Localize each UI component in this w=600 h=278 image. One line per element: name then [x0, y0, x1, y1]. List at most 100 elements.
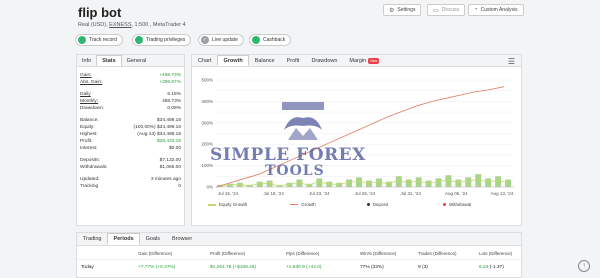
custom-analysis-button[interactable]: ◔ Custom Analysis	[468, 4, 524, 16]
col-gain: Gain (Difference)	[138, 251, 173, 256]
check-icon: ✓	[78, 36, 86, 44]
tab-goals[interactable]: Goals	[140, 233, 166, 245]
x-tick-label: Jul 31, '24	[400, 191, 421, 196]
equity-bar	[405, 179, 412, 187]
x-tick-label: Jul 23, '24	[309, 191, 330, 196]
status-cashback: ✓ Cashback	[249, 34, 292, 46]
chat-icon: ▭	[433, 7, 439, 14]
legend-swatch	[366, 203, 370, 206]
stat-monthly: Monthly: 468.73%	[80, 99, 181, 104]
tab-trading[interactable]: Trading	[77, 233, 107, 245]
tab-profit[interactable]: Profit	[281, 55, 306, 66]
cell-pips: +1,630.9 (+44.0)	[286, 265, 322, 270]
legend-swatch	[290, 204, 299, 205]
chart-settings-icon[interactable]: ☰	[508, 57, 515, 66]
new-badge: New	[368, 57, 380, 64]
stat-daily: Daily 6.18%	[80, 92, 181, 97]
stats-tabs: Info Stats General	[77, 55, 184, 67]
broker-link[interactable]: EXNESS	[109, 22, 131, 28]
scroll-top-icon[interactable]: ↑	[578, 260, 590, 272]
y-tick-label: 300%	[201, 120, 213, 125]
settings-button[interactable]: ⚙ Settings	[383, 4, 422, 16]
equity-bar	[455, 179, 462, 187]
row-label: Today	[81, 265, 94, 270]
check-icon: ✓	[201, 36, 209, 44]
x-tick-label: Aug 06, '24	[445, 191, 468, 196]
bottom-panel: Trading Periods Goals Browser Gain (Diff…	[76, 232, 522, 278]
stat-abs-gain: Abs. Gain: +398.67%	[80, 80, 181, 85]
y-tick-label: 400%	[201, 99, 213, 104]
status-track-record: ✓ Track record	[75, 34, 123, 46]
equity-bar	[336, 182, 343, 187]
tab-general[interactable]: General	[122, 55, 152, 66]
y-tick-label: 500%	[201, 78, 213, 83]
col-profit: Profit (Difference)	[210, 251, 246, 256]
status-live-update: ✓ Live update	[198, 34, 244, 46]
gear-icon: ⚙	[389, 7, 395, 14]
tab-stats[interactable]: Stats	[96, 55, 122, 66]
chart-panel: Chart Growth Balance Profit Drawdown Mar…	[191, 54, 522, 226]
check-icon: ✓	[135, 36, 143, 44]
cell-lots: 6.23 (-1.37)	[479, 265, 504, 270]
stat-highest: Highest: (Aug 13) $34,499.16	[80, 132, 181, 137]
cell-win: 77% (33%)	[360, 265, 384, 270]
divider	[77, 259, 521, 260]
tab-balance[interactable]: Balance	[249, 55, 281, 66]
account-subtitle: Real (USD), EXNESS, 1:500 , MetaTrader 4	[78, 22, 186, 28]
y-tick-label: 0%	[206, 185, 213, 190]
tab-periods[interactable]: Periods	[107, 233, 140, 245]
x-tick-label: Jul 18, '24	[263, 191, 284, 196]
page-title: flip bot	[78, 5, 122, 20]
stat-drawdown: Drawdown: 0.09%	[80, 106, 181, 111]
growth-chart: 0%100%200%300%400%500%Jul 15, '24 Jul 18,…	[201, 78, 514, 196]
stat-balance: Balance: $34,499.16	[80, 118, 181, 123]
equity-bar	[505, 179, 512, 187]
tab-info[interactable]: Info	[77, 55, 96, 66]
stat-deposits: Deposits: $7,132.00	[80, 158, 181, 163]
check-icon: ✓	[252, 36, 260, 44]
tab-growth[interactable]: Growth	[217, 55, 249, 66]
stat-equity: Equity: (100.00%) $34,499.16	[80, 125, 181, 130]
equity-bar	[395, 176, 402, 187]
col-pips: Pips (Difference)	[286, 251, 320, 256]
stat-gain: Gain: +468.73%	[80, 73, 181, 78]
cell-profit: $1,254.78 (+$168.45)	[210, 265, 257, 270]
tab-chart[interactable]: Chart	[192, 55, 217, 66]
stats-list: Gain: +468.73% Abs. Gain: +398.67% Daily 6.…	[77, 67, 184, 190]
analysis-icon: ◔	[474, 7, 478, 13]
watermark-text: TOOLS	[265, 163, 325, 179]
equity-bar	[346, 179, 353, 187]
legend-swatch	[443, 203, 447, 206]
chart-legend: Equity Growth Growth Deposit Withdrawal	[208, 202, 471, 207]
tab-drawdown[interactable]: Drawdown	[305, 55, 343, 66]
equity-bar	[495, 176, 502, 187]
bottom-tabs: Trading Periods Goals Browser	[77, 233, 521, 246]
growth-line	[215, 86, 505, 188]
stat-profit: Profit: $28,433.16	[80, 139, 181, 144]
stat-tracking: Tracking 0	[80, 184, 181, 189]
cell-gain: +7.77% (+0.37%)	[138, 265, 176, 270]
chart-tabs: Chart Growth Balance Profit Drawdown Mar…	[192, 55, 521, 67]
status-trading-privileges: ✓ Trading privileges	[132, 34, 192, 46]
bull-bear-logo	[282, 102, 324, 140]
equity-bar	[425, 180, 432, 187]
tab-browser[interactable]: Browser	[166, 233, 198, 245]
watermark-text: SIMPLE FOREX	[210, 145, 366, 165]
stat-interest: Interest: $0.00	[80, 146, 181, 151]
x-tick-label: Jul 26, '24	[355, 191, 376, 196]
col-trades: Trades (Difference)	[418, 251, 457, 256]
stat-withdrawals: Withdrawals: $1,066.00	[80, 165, 181, 170]
equity-bar	[435, 178, 442, 187]
equity-bar	[465, 177, 472, 187]
x-tick-label: Jul 15, '24	[218, 191, 239, 196]
stats-panel: Info Stats General Gain: +468.73% Abs. Ga…	[76, 54, 185, 226]
legend-swatch	[208, 203, 216, 206]
col-win: Win% (Difference)	[360, 251, 397, 256]
stat-updated: Updated: 3 minutes ago	[80, 177, 181, 182]
discuss-button[interactable]: ▭ Discuss	[427, 4, 466, 16]
col-lots: Lots (Difference)	[479, 251, 513, 256]
equity-bar	[366, 180, 372, 187]
equity-bar	[485, 178, 492, 187]
x-tick-label: Aug 13, '24	[491, 191, 514, 196]
tab-margin[interactable]: Margin New	[343, 55, 385, 66]
